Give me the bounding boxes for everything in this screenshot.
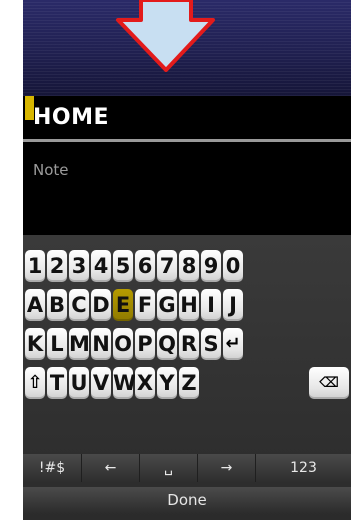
key-U[interactable]: U <box>69 367 89 399</box>
key-M[interactable]: M <box>69 328 90 360</box>
cursor-right-key[interactable]: → <box>198 454 256 482</box>
header-banner <box>23 0 351 96</box>
key-A[interactable]: A <box>25 289 45 321</box>
key-E[interactable]: E <box>113 289 133 321</box>
key-G[interactable]: G <box>157 289 177 321</box>
key-9[interactable]: 9 <box>201 250 221 282</box>
space-key[interactable]: ␣ <box>140 454 198 482</box>
key-7[interactable]: 7 <box>157 250 177 282</box>
note-placeholder: Note <box>33 161 69 179</box>
key-3[interactable]: 3 <box>69 250 89 282</box>
key-R[interactable]: R <box>179 328 199 360</box>
key-1[interactable]: 1 <box>25 250 45 282</box>
symbols-key[interactable]: !#$ <box>23 454 82 482</box>
key-S[interactable]: S <box>201 328 221 360</box>
enter-key[interactable]: ↵ <box>223 328 243 360</box>
note-field[interactable]: Note <box>23 147 351 233</box>
key-8[interactable]: 8 <box>179 250 199 282</box>
key-F[interactable]: F <box>135 289 155 321</box>
key-D[interactable]: D <box>91 289 111 321</box>
key-H[interactable]: H <box>179 289 199 321</box>
key-O[interactable]: O <box>113 328 133 360</box>
key-2[interactable]: 2 <box>47 250 67 282</box>
numeric-key[interactable]: 123 <box>256 454 351 482</box>
name-field[interactable]: HOME <box>23 96 351 142</box>
key-6[interactable]: 6 <box>135 250 155 282</box>
key-T[interactable]: T <box>47 367 67 399</box>
key-4[interactable]: 4 <box>91 250 111 282</box>
key-P[interactable]: P <box>135 328 155 360</box>
shift-key[interactable]: ⇧ <box>25 367 45 399</box>
key-C[interactable]: C <box>69 289 89 321</box>
device-screen: HOME Note 1 2 3 4 5 6 7 8 9 0 A B C D E F G H I J K L M N O P Q R S ↵… <box>23 0 351 520</box>
down-arrow-icon <box>116 0 215 72</box>
key-X[interactable]: X <box>135 367 155 399</box>
done-button[interactable]: Done <box>23 487 351 514</box>
key-B[interactable]: B <box>47 289 67 321</box>
key-I[interactable]: I <box>201 289 221 321</box>
name-field-value: HOME <box>33 105 110 130</box>
key-K[interactable]: K <box>25 328 45 360</box>
cursor-left-key[interactable]: ← <box>82 454 140 482</box>
key-Y[interactable]: Y <box>157 367 177 399</box>
key-J[interactable]: J <box>223 289 243 321</box>
key-W[interactable]: W <box>113 367 136 399</box>
key-Z[interactable]: Z <box>179 367 199 399</box>
key-L[interactable]: L <box>47 328 67 360</box>
key-N[interactable]: N <box>91 328 111 360</box>
key-Q[interactable]: Q <box>157 328 177 360</box>
key-5[interactable]: 5 <box>113 250 133 282</box>
key-V[interactable]: V <box>91 367 111 399</box>
onscreen-keyboard: 1 2 3 4 5 6 7 8 9 0 A B C D E F G H I J K L M N O P Q R S ↵ ⇧ T U V W X Y Z ⌫!… <box>23 235 351 520</box>
backspace-key[interactable]: ⌫ <box>309 367 349 399</box>
key-0[interactable]: 0 <box>223 250 243 282</box>
